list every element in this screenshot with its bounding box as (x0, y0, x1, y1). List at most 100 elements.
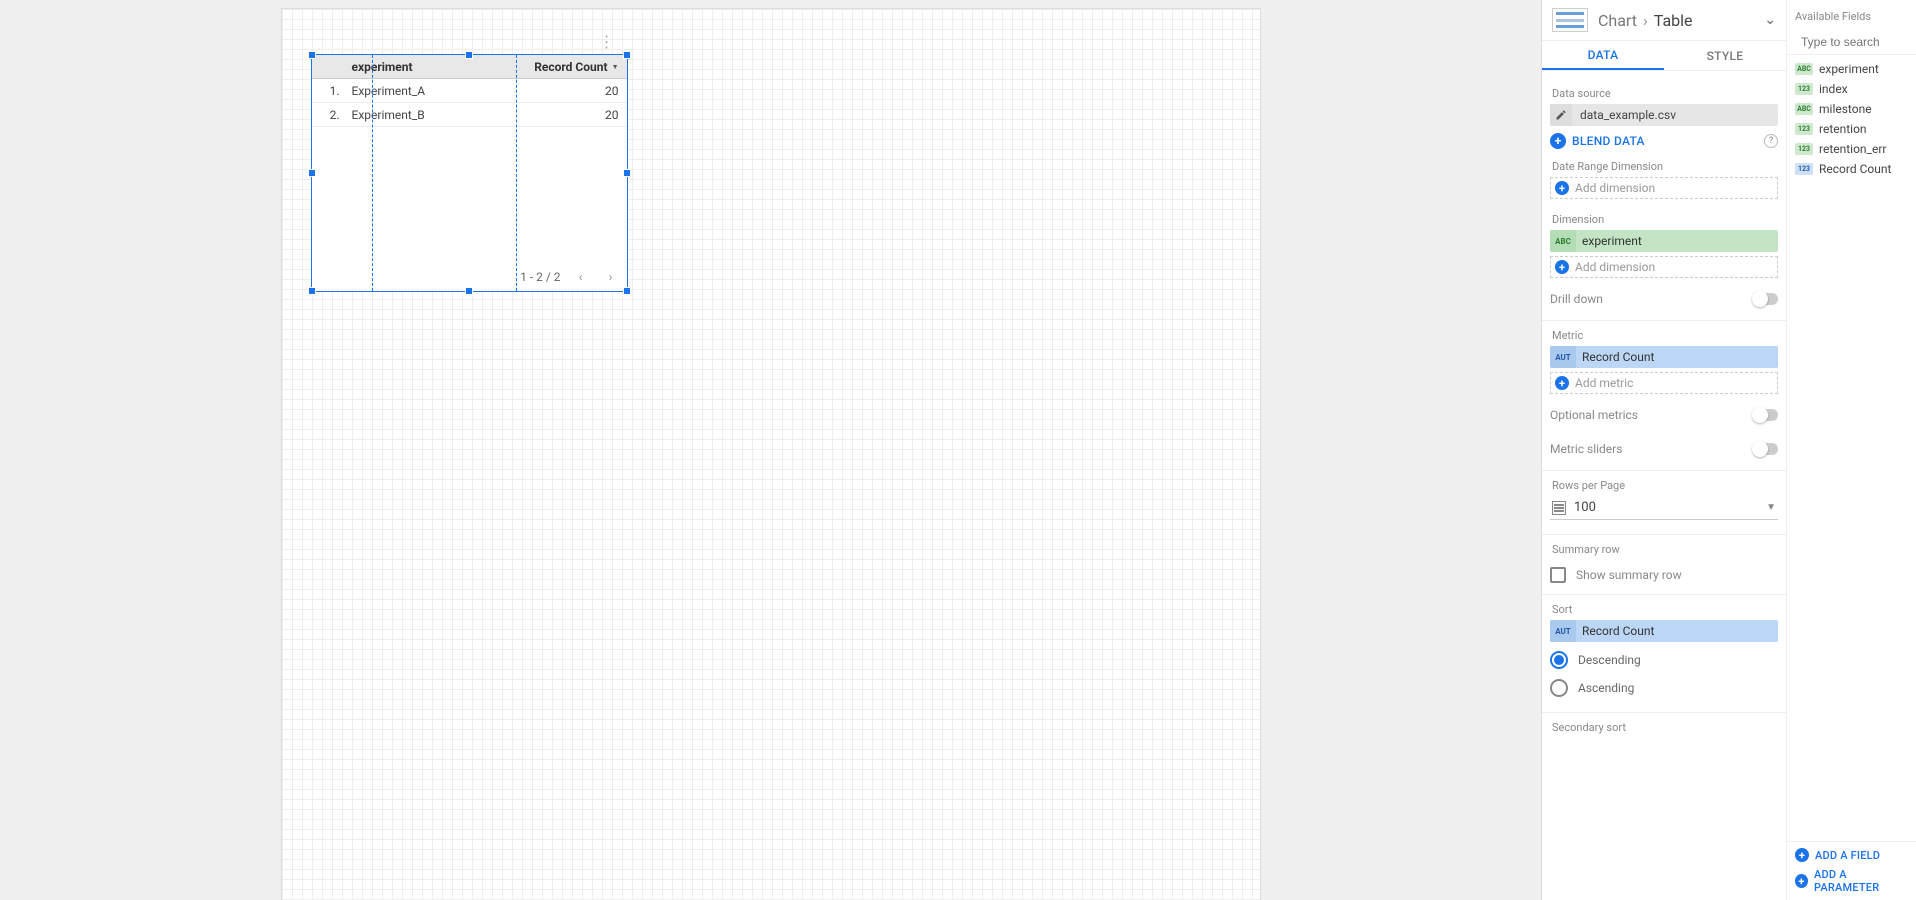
add-dimension[interactable]: + Add dimension (1550, 256, 1778, 278)
rows-per-page-value: 100 (1574, 500, 1758, 515)
resize-handle-n[interactable] (465, 51, 473, 59)
plus-icon: + (1555, 181, 1569, 195)
field-name: experiment (1819, 62, 1879, 76)
checkbox-icon (1550, 567, 1566, 583)
table-header-metric[interactable]: Record Count ▼ (519, 60, 627, 74)
divider (1542, 320, 1786, 321)
sort-descending-row[interactable]: Descending (1550, 646, 1778, 674)
field-item[interactable]: 123 retention_err (1787, 139, 1916, 159)
table-header-dimension[interactable]: experiment (344, 60, 519, 74)
blend-data-label: BLEND DATA (1572, 134, 1645, 148)
field-item[interactable]: 123 Record Count (1787, 159, 1916, 179)
blend-data-row[interactable]: + BLEND DATA ? (1550, 130, 1778, 152)
optional-metrics-toggle[interactable] (1752, 409, 1778, 421)
add-parameter-button[interactable]: + ADD A PARAMETER (1795, 868, 1908, 894)
tabs: DATA STYLE (1542, 41, 1786, 71)
field-type-badge-aut: AUT (1550, 346, 1576, 368)
rows-per-page-select[interactable]: 100 ▼ (1550, 496, 1778, 520)
plus-icon: + (1795, 848, 1809, 862)
radio-icon (1550, 679, 1568, 697)
resize-handle-se[interactable] (623, 287, 631, 295)
drill-down-row: Drill down (1550, 286, 1778, 312)
drill-down-label: Drill down (1550, 292, 1603, 306)
pager-next-icon[interactable]: › (601, 267, 621, 287)
field-item[interactable]: ABC milestone (1787, 99, 1916, 119)
section-label-datasource: Data source (1552, 87, 1778, 100)
pager-prev-icon[interactable]: ‹ (571, 267, 591, 287)
dimension-name: experiment (1576, 234, 1648, 248)
report-page[interactable]: ⋮ experiment Record Count ▼ (281, 8, 1261, 900)
chevron-down-icon: ▼ (1766, 502, 1776, 513)
tab-style[interactable]: STYLE (1664, 41, 1786, 70)
resize-handle-e[interactable] (623, 169, 631, 177)
fields-list: ABC experiment 123 index ABC milestone 1… (1787, 55, 1916, 841)
add-field-label: ADD A FIELD (1815, 849, 1880, 862)
dimension-chip[interactable]: ABC experiment (1550, 230, 1778, 252)
collapse-panel-icon[interactable]: ⌄ (1764, 12, 1776, 28)
add-date-range-dimension[interactable]: + Add dimension (1550, 177, 1778, 199)
add-dimension-label: Add dimension (1575, 260, 1655, 274)
section-label-metric: Metric (1552, 329, 1778, 342)
table-header-metric-label: Record Count (534, 60, 607, 74)
row-dimension: Experiment_A (344, 84, 519, 98)
add-metric-label: Add metric (1575, 376, 1633, 390)
field-name: retention_err (1819, 142, 1886, 156)
field-item[interactable]: 123 retention (1787, 119, 1916, 139)
fields-search-input[interactable] (1801, 35, 1916, 49)
section-label-sort: Sort (1552, 603, 1778, 616)
sort-ascending-row[interactable]: Ascending (1550, 674, 1778, 702)
chart-overflow-menu[interactable]: ⋮ (599, 39, 615, 45)
guide-line (372, 55, 373, 291)
breadcrumb: Chart › Table (1598, 11, 1693, 30)
summary-row-checkbox[interactable]: Show summary row (1550, 562, 1778, 588)
drill-down-toggle[interactable] (1752, 293, 1778, 305)
breadcrumb-root[interactable]: Chart (1598, 11, 1637, 30)
sort-ascending-label: Ascending (1578, 681, 1634, 695)
breadcrumb-leaf: Table (1654, 11, 1693, 30)
table-chart[interactable]: experiment Record Count ▼ 1. Experiment_… (312, 55, 627, 291)
chart-type-icon[interactable] (1552, 8, 1588, 32)
field-type-badge-blue123: 123 (1795, 163, 1813, 175)
row-index: 2. (312, 108, 344, 122)
field-type-badge-abc: ABC (1795, 63, 1813, 75)
section-label-daterange: Date Range Dimension (1552, 160, 1778, 173)
summary-row-checkbox-label: Show summary row (1576, 568, 1682, 582)
optional-metrics-row: Optional metrics (1550, 402, 1778, 428)
section-label-summary-row: Summary row (1552, 543, 1778, 556)
table-row: 1. Experiment_A 20 (312, 79, 627, 103)
table-row: 2. Experiment_B 20 (312, 103, 627, 127)
metric-sliders-label: Metric sliders (1550, 442, 1622, 456)
panel-header: Chart › Table ⌄ (1542, 0, 1786, 41)
metric-chip[interactable]: AUT Record Count (1550, 346, 1778, 368)
plus-icon: + (1795, 874, 1808, 888)
pencil-icon[interactable] (1550, 104, 1572, 126)
sort-chip[interactable]: AUT Record Count (1550, 620, 1778, 642)
datasource-chip[interactable]: data_example.csv (1550, 104, 1778, 126)
add-field-button[interactable]: + ADD A FIELD (1795, 848, 1908, 862)
resize-handle-nw[interactable] (308, 51, 316, 59)
plus-icon: + (1550, 133, 1566, 149)
fields-search[interactable] (1787, 29, 1916, 55)
field-name: index (1819, 82, 1848, 96)
resize-handle-sw[interactable] (308, 287, 316, 295)
field-type-badge-123: 123 (1795, 123, 1813, 135)
divider (1542, 712, 1786, 713)
field-item[interactable]: ABC experiment (1787, 59, 1916, 79)
tab-data[interactable]: DATA (1542, 41, 1664, 70)
section-label-dimension: Dimension (1552, 213, 1778, 226)
radio-selected-icon (1550, 651, 1568, 669)
add-parameter-label: ADD A PARAMETER (1814, 868, 1908, 894)
add-dimension-label: Add dimension (1575, 181, 1655, 195)
plus-icon: + (1555, 260, 1569, 274)
add-metric[interactable]: + Add metric (1550, 372, 1778, 394)
resize-handle-ne[interactable] (623, 51, 631, 59)
sort-field-name: Record Count (1576, 624, 1660, 638)
resize-handle-w[interactable] (308, 169, 316, 177)
field-type-badge-abc: ABC (1795, 103, 1813, 115)
available-fields-panel: Available Fields ABC experiment 123 inde… (1786, 0, 1916, 900)
field-item[interactable]: 123 index (1787, 79, 1916, 99)
resize-handle-s[interactable] (465, 287, 473, 295)
plus-icon: + (1555, 376, 1569, 390)
help-icon[interactable]: ? (1764, 134, 1778, 148)
metric-sliders-toggle[interactable] (1752, 443, 1778, 455)
